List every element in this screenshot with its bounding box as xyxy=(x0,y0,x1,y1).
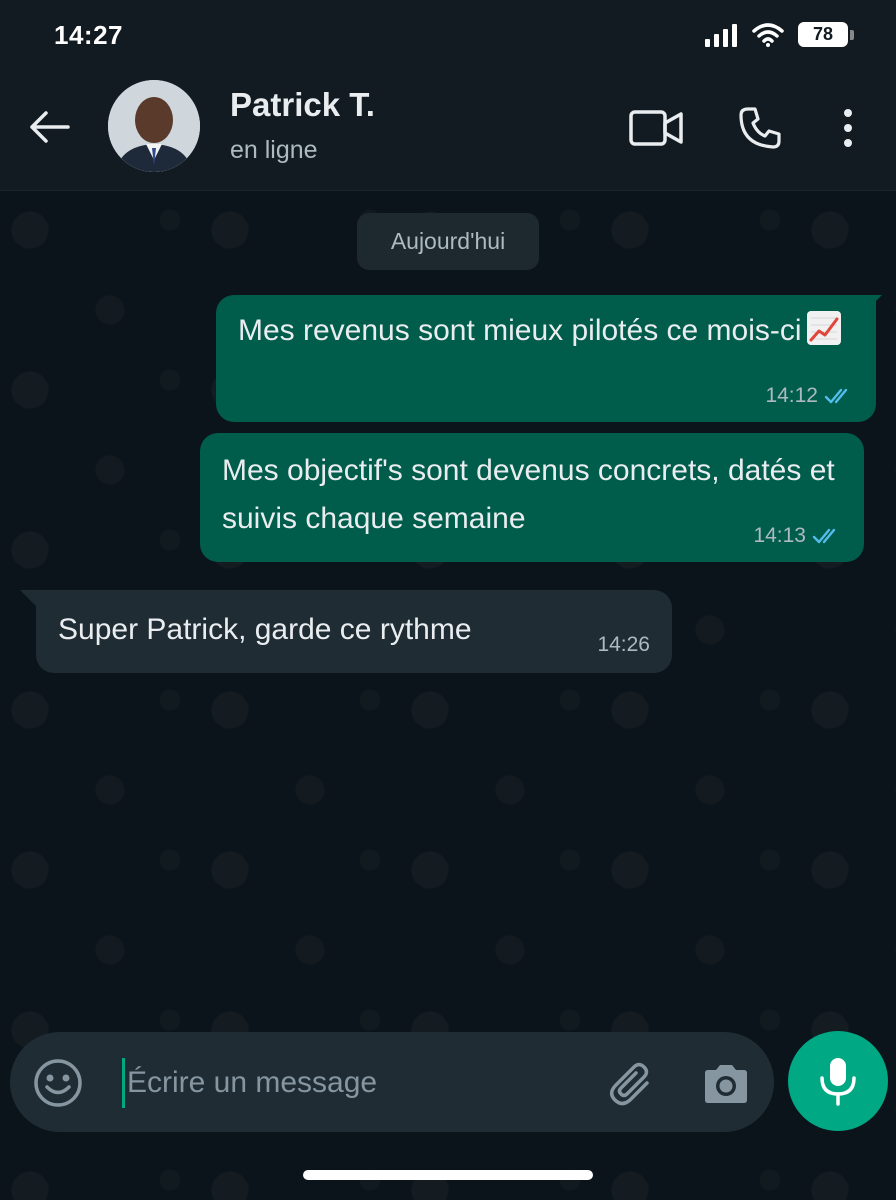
contact-status: en ligne xyxy=(230,136,318,164)
arrow-left-icon xyxy=(30,111,70,143)
battery-indicator: 78 xyxy=(798,22,854,47)
read-receipt-icon xyxy=(812,528,836,544)
incoming-message[interactable]: Super Patrick, garde ce rythme 14:26 xyxy=(36,590,672,673)
message-meta: 14:13 xyxy=(753,524,842,548)
microphone-icon xyxy=(820,1058,856,1106)
phone-icon xyxy=(739,107,781,149)
attach-button[interactable] xyxy=(604,1056,660,1112)
message-text: Mes objectif's sont devenus concrets, da… xyxy=(222,454,835,535)
message-time: 14:13 xyxy=(753,524,806,547)
status-time: 14:27 xyxy=(54,20,123,50)
camera-icon xyxy=(705,1065,747,1103)
voice-call-button[interactable] xyxy=(732,100,788,156)
status-icons: 78 xyxy=(704,22,854,47)
message-meta: 14:26 xyxy=(597,633,650,657)
date-separator: Aujourd'hui xyxy=(357,213,539,270)
message-composer xyxy=(10,1032,774,1132)
smiley-icon xyxy=(34,1059,82,1107)
battery-level: 78 xyxy=(798,22,848,47)
chart-increasing-icon xyxy=(806,311,841,345)
date-separator-label: Aujourd'hui xyxy=(390,228,506,254)
camera-button[interactable] xyxy=(698,1056,754,1112)
status-bar: 14:27 78 xyxy=(0,0,896,72)
message-text: Super Patrick, garde ce rythme xyxy=(58,613,472,646)
message-text: Mes revenus sont mieux pilotés ce mois-c… xyxy=(238,307,854,355)
cellular-signal-icon xyxy=(705,23,737,47)
message-time: 14:12 xyxy=(765,384,818,407)
message-time: 14:26 xyxy=(597,633,650,656)
more-vertical-icon xyxy=(844,109,852,147)
wifi-icon xyxy=(752,22,784,47)
battery-tip xyxy=(850,29,854,40)
chat-header: Patrick T. en ligne xyxy=(0,72,896,191)
emoji-button[interactable] xyxy=(32,1057,84,1109)
message-text-content: Mes revenus sont mieux pilotés ce mois-c… xyxy=(238,314,802,347)
paperclip-icon xyxy=(610,1062,649,1106)
voice-message-button[interactable] xyxy=(788,1031,888,1131)
avatar-portrait-icon xyxy=(108,80,200,172)
outgoing-message[interactable]: Mes objectif's sont devenus concrets, da… xyxy=(200,433,864,562)
outgoing-message[interactable]: Mes revenus sont mieux pilotés ce mois-c… xyxy=(216,295,876,422)
contact-avatar[interactable] xyxy=(108,80,200,172)
more-options-button[interactable] xyxy=(820,100,876,156)
read-receipt-icon xyxy=(824,388,848,404)
video-call-button[interactable] xyxy=(628,100,684,156)
back-button[interactable] xyxy=(22,100,76,154)
contact-name[interactable]: Patrick T. xyxy=(230,86,375,124)
message-meta: 14:12 xyxy=(765,384,854,408)
video-camera-icon xyxy=(629,110,683,146)
chat-screen: 14:27 78 Patrick T. en ligne Aujourd'hui… xyxy=(0,0,896,1200)
home-indicator[interactable] xyxy=(303,1170,593,1180)
message-input[interactable] xyxy=(122,1058,589,1108)
